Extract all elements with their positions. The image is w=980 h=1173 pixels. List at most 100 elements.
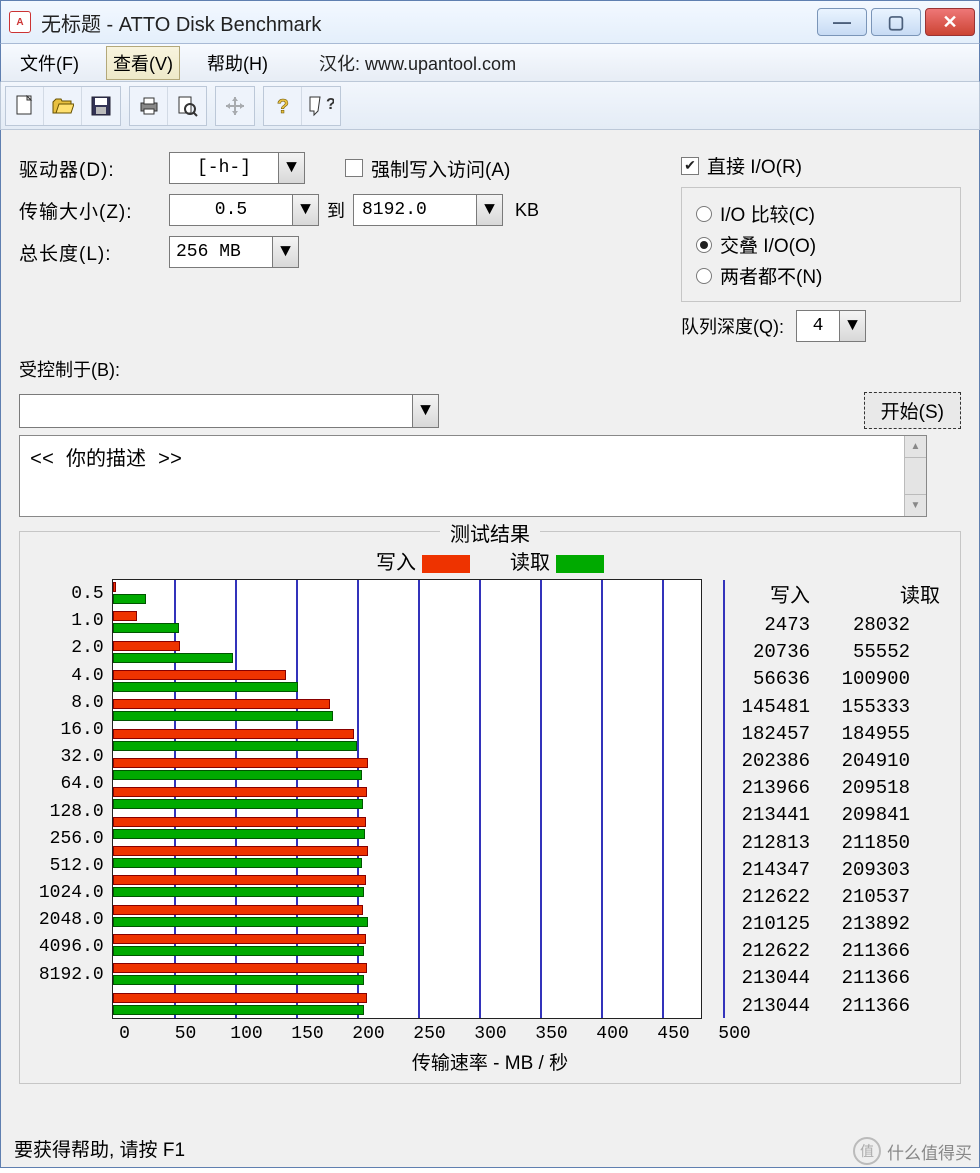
bar-read (113, 887, 364, 897)
menu-view[interactable]: 查看(V) (106, 46, 180, 80)
menubar: 文件(F) 查看(V) 帮助(H) 汉化: www.upantool.com (0, 44, 980, 82)
table-row: 210125213892 (710, 911, 946, 938)
bar-read (113, 917, 368, 927)
drive-combo[interactable]: [-h-] ▼ (169, 152, 305, 184)
new-icon[interactable] (6, 87, 44, 125)
gridline (479, 580, 481, 1018)
bar-read (113, 858, 362, 868)
description-box[interactable]: << 你的描述 >> ▲ ▼ (19, 435, 927, 517)
to-label: 到 (327, 197, 345, 223)
scroll-up-icon[interactable]: ▲ (905, 436, 926, 458)
radio-icon (696, 237, 712, 253)
bar-read (113, 799, 363, 809)
gridline (723, 580, 725, 1018)
overlap-io-radio[interactable]: 交叠 I/O(O) (696, 231, 946, 258)
io-mode-group: I/O 比较(C) 交叠 I/O(O) 两者都不(N) (681, 187, 961, 302)
table-row: 212622211366 (710, 938, 946, 965)
bar-read (113, 623, 179, 633)
table-row: 212622210537 (710, 884, 946, 911)
checkbox-icon (345, 159, 363, 177)
table-row: 213044211366 (710, 965, 946, 992)
maximize-button[interactable]: ▢ (871, 8, 921, 36)
bar-read (113, 770, 363, 780)
chevron-down-icon: ▼ (292, 195, 318, 225)
bar-write (113, 846, 368, 856)
print-icon[interactable] (130, 87, 168, 125)
status-bar: 要获得帮助, 请按 F1 (2, 1130, 978, 1166)
toolbar: ? ? (0, 82, 980, 130)
direct-io-label: 直接 I/O(R) (707, 152, 802, 179)
bar-write (113, 875, 366, 885)
transfer-max-combo[interactable]: 8192.0 ▼ (353, 194, 503, 226)
io-compare-radio[interactable]: I/O 比较(C) (696, 200, 946, 227)
start-button[interactable]: 开始(S) (864, 392, 961, 429)
chart-plot (112, 579, 702, 1019)
table-row: 213966209518 (710, 775, 946, 802)
transfer-size-label: 传输大小(Z): (19, 197, 169, 224)
close-button[interactable]: ✕ (925, 8, 975, 36)
help-icon[interactable]: ? (264, 87, 302, 125)
client-area: 驱动器(D): [-h-] ▼ 强制写入访问(A) 传输大小(Z): 0.5 ▼… (0, 130, 980, 1168)
bar-write (113, 729, 354, 739)
menu-help[interactable]: 帮助(H) (200, 46, 275, 80)
menu-extra: 汉化: www.upantool.com (319, 50, 516, 76)
direct-io-checkbox[interactable]: ✔ 直接 I/O(R) (681, 152, 961, 179)
force-write-checkbox[interactable]: 强制写入访问(A) (345, 155, 510, 182)
bar-read (113, 741, 357, 751)
scrollbar[interactable]: ▲ ▼ (904, 436, 926, 516)
bar-write (113, 993, 367, 1003)
watermark-icon: 值 (853, 1137, 881, 1165)
table-row: 212813211850 (710, 830, 946, 857)
window-title: 无标题 - ATTO Disk Benchmark (41, 8, 321, 37)
chevron-down-icon: ▼ (839, 311, 865, 341)
total-length-label: 总长度(L): (19, 239, 169, 266)
length-combo[interactable]: 256 MB ▼ (169, 236, 299, 268)
table-row: 202386204910 (710, 748, 946, 775)
open-icon[interactable] (44, 87, 82, 125)
bar-read (113, 975, 365, 985)
controlled-by-combo[interactable]: ▼ (19, 394, 439, 428)
queue-value: 4 (797, 316, 839, 336)
bar-read (113, 594, 146, 604)
preview-icon[interactable] (168, 87, 206, 125)
bar-write (113, 758, 368, 768)
svg-text:?: ? (276, 96, 288, 117)
chevron-down-icon: ▼ (278, 153, 304, 183)
transfer-max-value: 8192.0 (354, 200, 476, 220)
radio-icon (696, 268, 712, 284)
bar-write (113, 641, 180, 651)
queue-combo[interactable]: 4 ▼ (796, 310, 866, 342)
value-columns: 写入 读取 2473280322073655552566361009001454… (710, 579, 946, 1020)
table-row: 56636100900 (710, 666, 946, 693)
move-icon (216, 87, 254, 125)
minimize-button[interactable]: — (817, 8, 867, 36)
x-axis-title: 传输速率 - MB / 秒 (34, 1048, 946, 1075)
table-row: 2073655552 (710, 639, 946, 666)
length-value: 256 MB (170, 242, 272, 262)
scroll-down-icon[interactable]: ▼ (905, 494, 926, 516)
transfer-min-combo[interactable]: 0.5 ▼ (169, 194, 319, 226)
app-icon: A (9, 11, 31, 33)
bar-read (113, 653, 233, 663)
legend-write-swatch (422, 555, 470, 573)
watermark: 值 什么值得买 (853, 1137, 972, 1165)
chart-legend: 写入 读取 (34, 546, 946, 575)
bar-write (113, 582, 116, 592)
bar-read (113, 711, 333, 721)
queue-depth-label: 队列深度(Q): (681, 313, 784, 339)
col-write-header: 写入 (710, 579, 810, 608)
neither-radio[interactable]: 两者都不(N) (696, 262, 946, 289)
chevron-down-icon: ▼ (272, 237, 298, 267)
bar-write (113, 905, 363, 915)
whatsthis-icon[interactable]: ? (302, 87, 340, 125)
y-axis-labels: 0.51.02.04.08.016.032.064.0128.0256.0512… (34, 579, 104, 1020)
unit-label: KB (515, 200, 539, 221)
col-read-header: 读取 (840, 579, 940, 608)
menu-file[interactable]: 文件(F) (13, 46, 86, 80)
description-text: << 你的描述 >> (20, 436, 926, 516)
svg-text:?: ? (326, 96, 334, 113)
save-icon[interactable] (82, 87, 120, 125)
controlled-by-label: 受控制于(B): (19, 356, 120, 382)
bar-write (113, 787, 367, 797)
radio-icon (696, 206, 712, 222)
